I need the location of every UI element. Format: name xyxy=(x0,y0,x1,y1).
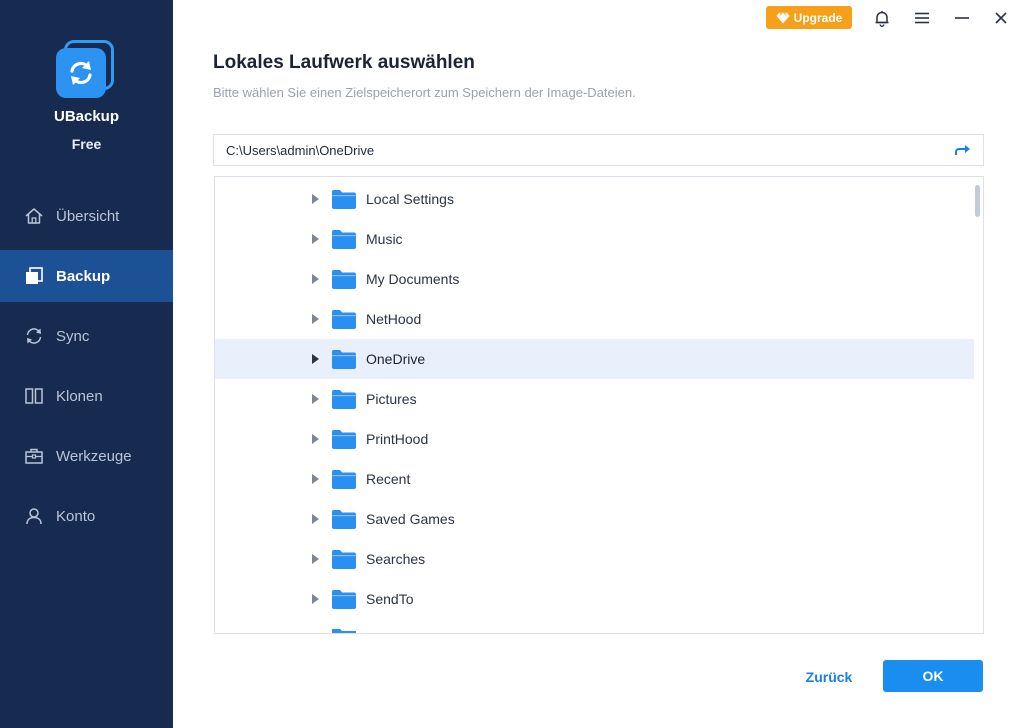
app-name: UBackup xyxy=(53,108,120,125)
tree-item-label: Recent xyxy=(366,471,411,487)
scrollbar-track[interactable] xyxy=(973,177,983,633)
tree-item-label: PrintHood xyxy=(366,431,429,447)
tree-row[interactable]: My Documents xyxy=(215,259,974,299)
expand-arrow-icon[interactable] xyxy=(311,474,319,484)
expand-arrow-icon[interactable] xyxy=(311,434,319,444)
tree-item-label: OneDrive xyxy=(366,351,426,367)
tree-item-label: Pictures xyxy=(366,391,417,407)
tree-row[interactable]: Pictures xyxy=(215,379,974,419)
tree-row[interactable]: PrintHood xyxy=(215,419,974,459)
toolbox-icon xyxy=(24,446,44,466)
sidebar-item-label: Klonen xyxy=(56,387,103,405)
tree-row[interactable]: OneDrive xyxy=(215,339,974,379)
sidebar-item-label: Sync xyxy=(56,327,90,345)
home-icon xyxy=(24,206,44,226)
tree-item-label: My Documents xyxy=(366,271,460,287)
folder-icon xyxy=(332,629,356,633)
redirect-arrow-icon xyxy=(955,145,970,155)
user-icon xyxy=(24,506,44,526)
expand-arrow-icon[interactable] xyxy=(311,354,319,364)
sync-arrows-logo-icon xyxy=(70,61,92,85)
tree-item-label: Music xyxy=(366,231,403,247)
sidebar-item-label: Konto xyxy=(56,507,96,525)
tree-item-label: SendTo xyxy=(366,591,414,607)
sidebar-item-label: Backup xyxy=(56,267,111,285)
tree-row[interactable]: NetHood xyxy=(215,299,974,339)
folder-icon xyxy=(332,230,356,249)
page-subtitle: Bitte wählen Sie einen Zielspeicherort z… xyxy=(213,85,636,100)
expand-arrow-icon[interactable] xyxy=(311,234,319,244)
sidebar-item-uebersicht[interactable]: Übersicht xyxy=(0,190,173,242)
tree-row[interactable]: Searches xyxy=(215,539,974,579)
tree-item-label: Searches xyxy=(366,551,426,567)
path-field xyxy=(213,134,984,166)
tree-item-label: NetHood xyxy=(366,311,422,327)
tree-row[interactable]: Music xyxy=(215,219,974,259)
sidebar-nav: Übersicht Backup Sync Klonen Werkzeuge K… xyxy=(0,190,173,550)
tree-row[interactable]: Local Settings xyxy=(215,179,974,219)
expand-arrow-icon[interactable] xyxy=(311,274,319,284)
folder-icon xyxy=(332,550,356,569)
upgrade-label: Upgrade xyxy=(793,10,843,25)
diamond-icon xyxy=(776,12,790,23)
folder-icon xyxy=(332,390,356,409)
expand-arrow-icon[interactable] xyxy=(311,394,319,404)
backup-icon xyxy=(24,266,44,286)
expand-arrow-icon[interactable] xyxy=(311,554,319,564)
back-button[interactable]: Zurück xyxy=(788,664,870,690)
app-edition: Free xyxy=(71,136,102,152)
ok-button[interactable]: OK xyxy=(883,660,983,692)
sidebar-item-konto[interactable]: Konto xyxy=(0,490,173,542)
expand-arrow-icon[interactable] xyxy=(311,194,319,204)
tree-item-label: Saved Games xyxy=(366,511,455,527)
minimize-icon[interactable] xyxy=(951,7,973,29)
tree-item-label: Local Settings xyxy=(366,191,454,207)
expand-arrow-icon[interactable] xyxy=(311,514,319,524)
tree-row[interactable]: SendTo xyxy=(215,579,974,619)
bell-icon[interactable] xyxy=(871,7,893,29)
folder-icon xyxy=(332,190,356,209)
page-title: Lokales Laufwerk auswählen xyxy=(213,52,475,73)
upgrade-button[interactable]: Upgrade xyxy=(766,6,852,29)
close-icon[interactable] xyxy=(990,7,1012,29)
folder-icon xyxy=(332,470,356,489)
folder-icon xyxy=(332,510,356,529)
sidebar-item-werkzeuge[interactable]: Werkzeuge xyxy=(0,430,173,482)
sidebar-item-klonen[interactable]: Klonen xyxy=(0,370,173,422)
sidebar-item-label: Werkzeuge xyxy=(56,447,132,465)
sidebar: UBackup Free Übersicht Backup Sync Klone… xyxy=(0,0,173,728)
folder-icon xyxy=(332,430,356,449)
folder-icon xyxy=(332,350,356,369)
expand-arrow-icon[interactable] xyxy=(311,594,319,604)
sidebar-item-label: Übersicht xyxy=(56,207,120,225)
folder-icon xyxy=(332,590,356,609)
expand-arrow-icon[interactable] xyxy=(311,314,319,324)
sidebar-item-backup[interactable]: Backup xyxy=(0,250,173,302)
tree-row[interactable]: Recent xyxy=(215,459,974,499)
tree-row[interactable]: Saved Games xyxy=(215,499,974,539)
scrollbar-thumb[interactable] xyxy=(975,185,980,217)
menu-icon[interactable] xyxy=(911,7,933,29)
go-button[interactable] xyxy=(943,135,983,165)
folder-icon xyxy=(332,310,356,329)
clone-icon xyxy=(24,386,44,406)
folder-icon xyxy=(332,270,356,289)
sync-icon xyxy=(24,326,44,346)
path-input[interactable] xyxy=(224,135,943,165)
folder-tree[interactable]: Local Settings Music My Documents NetHood On… xyxy=(214,176,984,634)
app-logo xyxy=(56,40,116,100)
sidebar-item-sync[interactable]: Sync xyxy=(0,310,173,362)
